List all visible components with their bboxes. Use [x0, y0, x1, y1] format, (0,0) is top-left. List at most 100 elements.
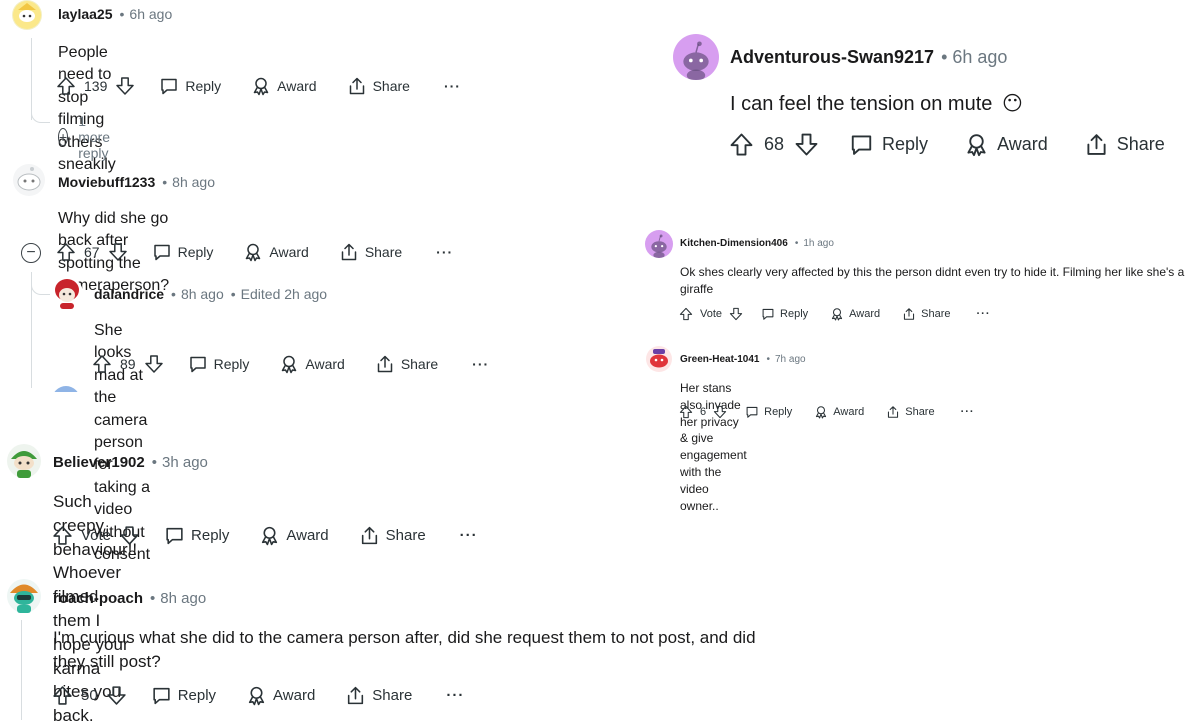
- username[interactable]: Green-Heat-1041: [680, 354, 759, 365]
- more-options-button[interactable]: ···: [472, 356, 489, 372]
- avatar-red-hair-icon[interactable]: [50, 276, 84, 310]
- downvote-button[interactable]: [713, 405, 727, 419]
- downvote-button[interactable]: [794, 132, 819, 157]
- award-button[interactable]: Award: [251, 76, 317, 96]
- username[interactable]: Kitchen-Dimension406: [680, 238, 788, 249]
- share-button[interactable]: Share: [375, 354, 438, 374]
- reply-icon: [152, 242, 172, 262]
- share-icon: [339, 242, 359, 262]
- reply-label: Reply: [764, 406, 793, 418]
- vote-count: 50: [81, 687, 98, 704]
- share-button[interactable]: Share: [339, 242, 402, 262]
- award-button[interactable]: Award: [830, 307, 880, 321]
- more-options-button[interactable]: ···: [446, 687, 464, 704]
- username[interactable]: roach-poach: [53, 590, 143, 607]
- award-icon: [279, 354, 299, 374]
- comment-actions: 50 Reply Award Share ···: [52, 685, 464, 706]
- more-options-button[interactable]: ···: [460, 527, 478, 544]
- share-label: Share: [364, 244, 403, 260]
- share-button[interactable]: Share: [345, 685, 412, 706]
- avatar-teal-cap-icon[interactable]: [6, 578, 42, 614]
- username[interactable]: Believer1902: [53, 454, 145, 471]
- vote-label: Vote: [81, 527, 112, 544]
- username[interactable]: laylaa25: [58, 6, 113, 22]
- share-button[interactable]: Share: [347, 76, 410, 96]
- avatar-snoo-red-icon[interactable]: [645, 345, 673, 373]
- vote-label: Vote: [700, 308, 723, 320]
- share-icon: [375, 354, 395, 374]
- timestamp: 8h ago: [160, 590, 207, 607]
- share-icon: [886, 405, 900, 419]
- award-button[interactable]: Award: [259, 525, 329, 546]
- downvote-button[interactable]: [729, 307, 743, 321]
- reply-button[interactable]: Reply: [849, 132, 928, 157]
- reply-icon: [188, 354, 208, 374]
- upvote-button[interactable]: [56, 242, 76, 262]
- more-options-button[interactable]: ···: [977, 308, 991, 320]
- vote-count: 139: [84, 78, 108, 94]
- avatar-snoo-purple-icon[interactable]: [645, 230, 673, 258]
- collapse-thread-icon[interactable]: −: [21, 243, 41, 263]
- avatar-snoo-purple-icon[interactable]: [673, 34, 719, 80]
- share-icon: [902, 307, 916, 321]
- award-button[interactable]: Award: [964, 132, 1048, 157]
- reply-button[interactable]: Reply: [151, 685, 216, 706]
- reply-icon: [745, 405, 759, 419]
- share-icon: [359, 525, 380, 546]
- share-label: Share: [921, 308, 951, 320]
- username[interactable]: Moviebuff1233: [58, 174, 155, 190]
- more-replies-link[interactable]: + 1 more reply: [58, 113, 118, 161]
- downvote-button[interactable]: [144, 354, 164, 374]
- username[interactable]: Adventurous-Swan9217: [730, 47, 934, 68]
- more-options-button[interactable]: ···: [961, 406, 975, 418]
- share-icon: [1084, 132, 1109, 157]
- username[interactable]: dalandrice: [94, 286, 164, 302]
- timestamp: 8h ago: [172, 174, 215, 190]
- reply-label: Reply: [191, 527, 230, 544]
- upvote-button[interactable]: [52, 685, 73, 706]
- avatar-green-helmet-icon[interactable]: [6, 443, 42, 479]
- upvote-button[interactable]: [729, 132, 754, 157]
- share-label: Share: [1116, 134, 1165, 154]
- reply-button[interactable]: Reply: [761, 307, 808, 321]
- award-button[interactable]: Award: [243, 242, 309, 262]
- downvote-button[interactable]: [106, 685, 127, 706]
- more-options-button[interactable]: ···: [444, 78, 461, 94]
- upvote-button[interactable]: [679, 307, 693, 321]
- share-button[interactable]: Share: [902, 307, 951, 321]
- upvote-button[interactable]: [679, 405, 693, 419]
- reply-button[interactable]: Reply: [164, 525, 229, 546]
- comment-text: Her stans also invade her privacy & give…: [680, 381, 747, 513]
- award-icon: [251, 76, 271, 96]
- award-button[interactable]: Award: [279, 354, 345, 374]
- share-button[interactable]: Share: [886, 405, 935, 419]
- reply-button[interactable]: Reply: [152, 242, 213, 262]
- reply-button[interactable]: Reply: [159, 76, 221, 96]
- timestamp: 3h ago: [162, 454, 208, 471]
- award-button[interactable]: Award: [246, 685, 315, 706]
- reply-icon: [164, 525, 185, 546]
- downvote-button[interactable]: [115, 76, 135, 96]
- share-label: Share: [372, 78, 410, 94]
- downvote-button[interactable]: [119, 525, 140, 546]
- downvote-button[interactable]: [108, 242, 128, 262]
- avatar-snoo-white-icon[interactable]: [12, 163, 46, 197]
- award-icon: [814, 405, 828, 419]
- comment-text: Ok shes clearly very affected by this th…: [680, 265, 1185, 297]
- award-button[interactable]: Award: [814, 405, 864, 419]
- more-options-button[interactable]: ···: [436, 244, 453, 260]
- share-button[interactable]: Share: [1084, 132, 1165, 157]
- upvote-button[interactable]: [56, 76, 76, 96]
- avatar-snoo-hat-icon[interactable]: [12, 0, 42, 30]
- vote-count: 6: [700, 406, 707, 418]
- upvote-button[interactable]: [52, 525, 73, 546]
- thread-line[interactable]: [31, 38, 32, 120]
- award-icon: [964, 132, 989, 157]
- thread-line[interactable]: [21, 620, 22, 720]
- share-button[interactable]: Share: [359, 525, 426, 546]
- vote-count: 89: [120, 356, 136, 372]
- reply-button[interactable]: Reply: [745, 405, 792, 419]
- reply-button[interactable]: Reply: [188, 354, 249, 374]
- upvote-button[interactable]: [92, 354, 112, 374]
- award-label: Award: [273, 687, 316, 704]
